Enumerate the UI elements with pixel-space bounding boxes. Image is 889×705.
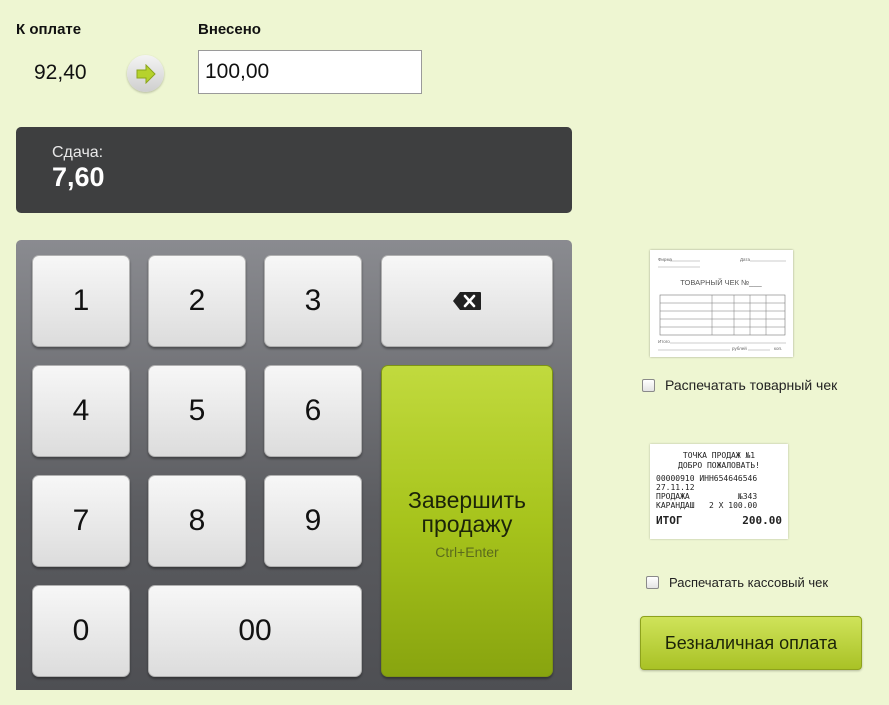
change-amount: 7,60 [52,162,105,192]
cash-receipt-line: ТОЧКА ПРОДАЖ №1 [682,451,756,460]
print-cash-checkbox[interactable] [646,576,659,589]
key-1[interactable]: 1 [32,255,130,347]
change-panel: Сдача: 7,60 [16,127,572,213]
finish-sale-hotkey: Ctrl+Enter [435,544,499,560]
backspace-icon [453,292,481,310]
paid-input[interactable] [198,50,422,94]
print-cash-label[interactable]: Распечатать кассовый чек [669,575,828,590]
print-invoice-label[interactable]: Распечатать товарный чек [665,377,837,393]
finish-sale-label: Завершить продажу [407,487,527,537]
key-5[interactable]: 5 [148,365,246,457]
key-9[interactable]: 9 [264,475,362,567]
invoice-receipt-image: Фирма Дата ТОВАРНЫЙ ЧЕК №___ Итого рубле… [650,250,793,357]
cash-receipt-image: ТОЧКА ПРОДАЖ №1 ДОБРО ПОЖАЛОВАТЬ! 000009… [650,444,788,539]
invoice-field-kop: коп. [774,346,782,351]
key-3[interactable]: 3 [264,255,362,347]
backspace-button[interactable] [381,255,553,347]
print-cash-row[interactable]: Распечатать кассовый чек [646,575,828,590]
invoice-receipt-drawing: Фирма Дата ТОВАРНЫЙ ЧЕК №___ Итого рубле… [658,257,786,351]
cash-receipt-line: 27.11.12 [656,483,695,492]
cashless-payment-button[interactable]: Безналичная оплата [640,616,862,670]
key-00[interactable]: 00 [148,585,362,677]
invoice-field-bottom: Итого [658,339,670,344]
invoice-field-rub: рублей [732,345,747,351]
invoice-title: ТОВАРНЫЙ ЧЕК №___ [680,278,762,287]
cash-receipt-line: ДОБРО ПОЖАЛОВАТЬ! [678,461,760,470]
keypad: 1 2 3 4 5 6 7 8 9 0 00 Завершить продажу… [16,240,572,690]
due-amount: 92,40 [34,61,87,84]
cash-receipt-line: КАРАНДАШ 2 X 100.00 [656,501,758,510]
due-label: К оплате [16,21,82,38]
cash-receipt-line: ПРОДАЖА №343 [656,492,758,501]
key-7[interactable]: 7 [32,475,130,567]
copy-amount-button[interactable] [127,55,164,92]
key-6[interactable]: 6 [264,365,362,457]
invoice-field-date: Дата [740,257,750,262]
key-0[interactable]: 0 [32,585,130,677]
cash-receipt-line: 00000910 ИНН654646546 [656,474,758,483]
print-invoice-checkbox[interactable] [642,378,655,392]
key-4[interactable]: 4 [32,365,130,457]
key-8[interactable]: 8 [148,475,246,567]
arrow-right-icon [136,63,156,84]
change-label: Сдача: [52,144,104,161]
cash-receipt-total-label: ИТОГ [656,514,683,527]
finish-sale-button[interactable]: Завершить продажу Ctrl+Enter [381,365,553,677]
print-invoice-row[interactable]: Распечатать товарный чек [642,377,837,393]
cash-receipt-total-value: 200.00 [742,514,782,527]
key-2[interactable]: 2 [148,255,246,347]
paid-label: Внесено [198,21,261,38]
